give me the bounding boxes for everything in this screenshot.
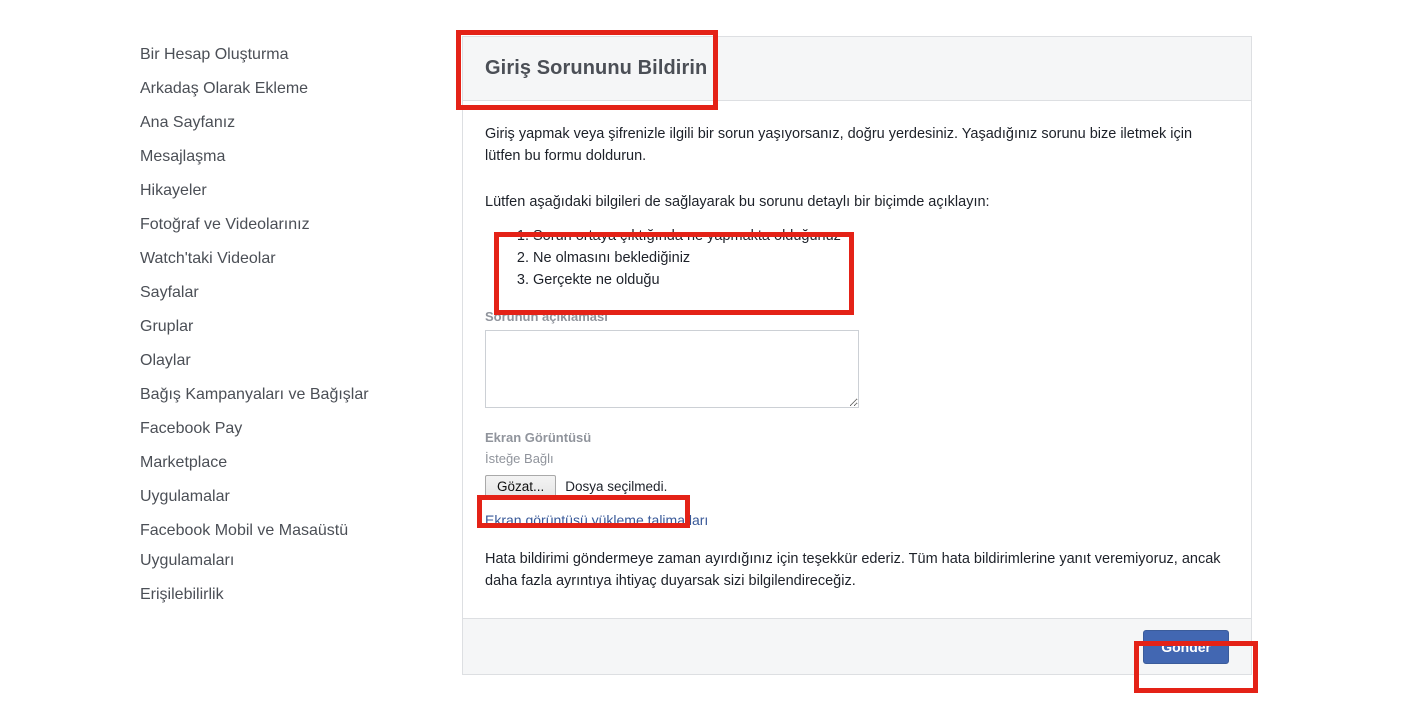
report-login-problem-card: Giriş Sorununu Bildirin Giriş yapmak vey…	[462, 36, 1252, 675]
sidebar-item-stories[interactable]: Hikayeler	[140, 174, 440, 208]
description-input[interactable]	[485, 330, 859, 408]
sidebar-item-watch-videos[interactable]: Watch'taki Videolar	[140, 242, 440, 276]
description-label: Sorunun açıklaması	[485, 309, 608, 324]
screenshot-upload-instructions-link[interactable]: Ekran görüntüsü yükleme talimatları	[485, 512, 708, 528]
list-item: Gerçekte ne olduğu	[511, 269, 660, 291]
sidebar-item-facebook-pay[interactable]: Facebook Pay	[140, 412, 440, 446]
card-body: Giriş yapmak veya şifrenizle ilgili bir …	[463, 101, 1251, 618]
browse-button[interactable]: Gözat...	[485, 474, 557, 498]
list-item: Sorun ortaya çıktığında ne yapmakta oldu…	[511, 225, 841, 247]
sidebar-item-messaging[interactable]: Mesajlaşma	[140, 140, 440, 174]
sidebar-item-accessibility[interactable]: Erişilebilirlik	[140, 578, 440, 612]
card-footer: Gönder	[463, 618, 1251, 674]
file-status-text: Dosya seçilmedi.	[565, 478, 668, 494]
sidebar-item-apps[interactable]: Uygulamalar	[140, 480, 440, 514]
sidebar-item-events[interactable]: Olaylar	[140, 344, 440, 378]
page-title: Giriş Sorununu Bildirin	[485, 57, 708, 79]
sidebar-item-marketplace[interactable]: Marketplace	[140, 446, 440, 480]
file-picker-row: Gözat... Dosya seçilmedi.	[485, 474, 1229, 498]
sidebar-item-pages[interactable]: Sayfalar	[140, 276, 440, 310]
card-header: Giriş Sorununu Bildirin	[463, 37, 1251, 101]
sidebar-item-add-friend[interactable]: Arkadaş Olarak Ekleme	[140, 72, 440, 106]
screenshot-optional-label: İsteğe Bağlı	[485, 451, 554, 466]
closing-paragraph: Hata bildirimi göndermeye zaman ayırdığı…	[485, 551, 1221, 589]
instructions-paragraph: Lütfen aşağıdaki bilgileri de sağlayarak…	[485, 194, 990, 210]
submit-button[interactable]: Gönder	[1143, 629, 1229, 664]
sidebar-item-groups[interactable]: Gruplar	[140, 310, 440, 344]
list-item: Ne olmasını beklediğiniz	[511, 247, 691, 269]
screenshot-label: Ekran Görüntüsü	[485, 430, 592, 445]
steps-list: Sorun ortaya çıktığında ne yapmakta oldu…	[485, 225, 1229, 291]
intro-paragraph: Giriş yapmak veya şifrenizle ilgili bir …	[485, 126, 1193, 164]
sidebar-item-create-account[interactable]: Bir Hesap Oluşturma	[140, 38, 440, 72]
sidebar-nav: Bir Hesap Oluşturma Arkadaş Olarak Eklem…	[140, 38, 440, 612]
sidebar-item-your-home-page[interactable]: Ana Sayfanız	[140, 106, 440, 140]
sidebar-item-mobile-desktop-apps[interactable]: Facebook Mobil ve Masaüstü Uygulamaları	[140, 514, 440, 578]
sidebar-item-fundraisers-donations[interactable]: Bağış Kampanyaları ve Bağışlar	[140, 378, 440, 412]
sidebar-item-photos-videos[interactable]: Fotoğraf ve Videolarınız	[140, 208, 440, 242]
